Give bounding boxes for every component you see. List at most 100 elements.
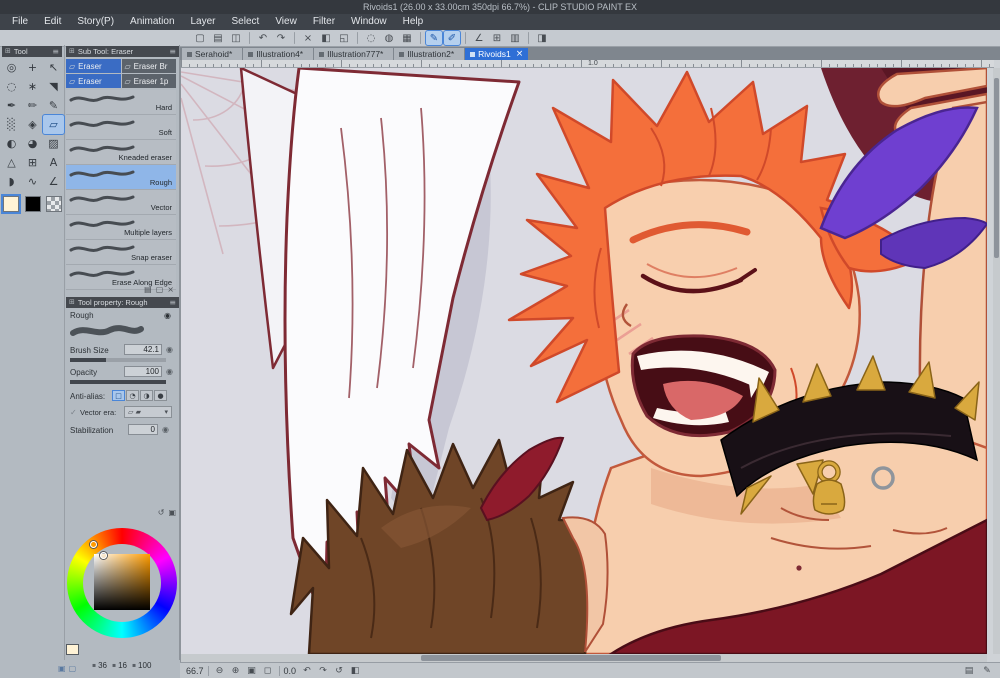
blend-tool-icon[interactable]: ◐ (1, 134, 22, 153)
ruler-tool-icon[interactable]: ∠ (43, 172, 64, 191)
rotation-value[interactable]: 0.0 (284, 666, 297, 676)
menu-item[interactable]: Animation (122, 14, 182, 30)
balloon-tool-icon[interactable]: ◗ (1, 172, 22, 191)
open-file-icon[interactable]: ▤ (210, 31, 226, 45)
toolbar-separator[interactable] (357, 32, 358, 44)
brush-tool-icon[interactable]: ✎ (43, 96, 64, 115)
subtool-preset-row[interactable]: Rough (66, 165, 176, 190)
opacity-spinner-icon[interactable]: ◉ (166, 367, 173, 376)
saturation-value-square[interactable] (94, 554, 150, 610)
window-titlebar[interactable]: Rivoids1 (26.00 x 33.00cm 350dpi 66.7%) … (0, 0, 1000, 14)
stabilization-spinner-icon[interactable]: ◉ (162, 425, 169, 434)
deselect-icon[interactable]: ◌ (363, 31, 379, 45)
stabilization-value[interactable]: 0 (128, 424, 158, 435)
frame-border-tool-icon[interactable]: ⊞ (22, 153, 43, 172)
vector-eraser-dropdown[interactable]: ▱ ▰ ▾ (124, 406, 172, 418)
scale-rotate-icon[interactable]: ◱ (336, 31, 352, 45)
aa-weak-icon[interactable]: ◔ (126, 390, 139, 401)
delete-icon[interactable]: × (300, 31, 316, 45)
panel-menu-icon[interactable]: ≡ (52, 46, 59, 57)
text-tool-icon[interactable]: A (43, 153, 64, 172)
menu-item[interactable]: Select (224, 14, 268, 30)
zoom-percentage[interactable]: 66.7 (186, 666, 204, 676)
subtool-group-button[interactable]: ▱ Eraser (66, 74, 121, 88)
horizontal-scrollbar-thumb[interactable] (421, 655, 721, 661)
edit-mode-icon[interactable]: ✎ (980, 665, 994, 677)
line-correction-tool-icon[interactable]: ∿ (22, 172, 43, 191)
workspace-icon[interactable]: ◨ (534, 31, 550, 45)
menu-item[interactable]: Window (343, 14, 395, 30)
horizontal-scrollbar[interactable] (181, 654, 987, 662)
window-thumbnail-icon-2[interactable]: ▢ (69, 664, 77, 673)
actual-size-icon[interactable]: ◻ (261, 665, 275, 677)
subtool-preset-row[interactable]: Vector (66, 190, 176, 215)
auto-select-tool-icon[interactable]: ∗ (22, 77, 43, 96)
eraser-tool-icon[interactable]: ▱ (42, 114, 65, 135)
register-settings-icon[interactable]: ▣ (168, 508, 176, 517)
selection-border-icon[interactable]: ▦ (399, 31, 415, 45)
lock-icon[interactable]: ◉ (164, 311, 171, 320)
subtool-preset-row[interactable]: Kneaded eraser (66, 140, 176, 165)
menu-item[interactable]: Story(P) (69, 14, 122, 30)
subtool-group-button[interactable]: ▱ Eraser Br (121, 59, 176, 73)
eyedropper-tool-icon[interactable]: ◥ (43, 77, 64, 96)
opacity-slider[interactable] (70, 380, 166, 384)
redo-icon[interactable]: ↷ (273, 31, 289, 45)
fill-icon[interactable]: ◧ (318, 31, 334, 45)
menu-item[interactable]: Filter (305, 14, 343, 30)
aa-middle-icon[interactable]: ◑ (140, 390, 153, 401)
window-thumbnail-icon-1[interactable]: ▣ (58, 664, 66, 673)
invert-selection-icon[interactable]: ◍ (381, 31, 397, 45)
hue-cursor[interactable] (90, 541, 97, 548)
canvas-artwork[interactable] (181, 68, 987, 654)
toolbar-separator[interactable] (420, 32, 421, 44)
transparent-color-swatch[interactable] (46, 196, 62, 212)
subtool-group-button[interactable]: ▱ Eraser 1p (121, 74, 176, 88)
pencil-tool-icon[interactable]: ✏ (22, 96, 43, 115)
vertical-scrollbar[interactable] (993, 68, 1000, 654)
toolbar-separator[interactable] (528, 32, 529, 44)
rotate-cw-icon[interactable]: ↷ (316, 665, 330, 677)
main-color-swatch[interactable] (1, 194, 21, 214)
new-subtool-group-icon[interactable]: ▤ (144, 285, 152, 294)
sv-cursor[interactable] (100, 552, 107, 559)
fill-tool-icon[interactable]: ◕ (22, 134, 43, 153)
document-tab[interactable]: Rivoids1 × (465, 48, 529, 60)
fit-screen-icon[interactable]: ▣ (245, 665, 259, 677)
subtool-group-button[interactable]: ▱ Eraser (66, 59, 121, 73)
current-color-chip[interactable] (66, 644, 79, 655)
gradient-tool-icon[interactable]: ▨ (43, 134, 64, 153)
toolbar-separator[interactable] (465, 32, 466, 44)
subtool-preset-row[interactable]: Multiple layers (66, 215, 176, 240)
delete-subtool-icon[interactable]: × (167, 285, 174, 294)
decoration-tool-icon[interactable]: ◈ (22, 115, 43, 134)
brush-size-slider[interactable] (70, 358, 166, 362)
vector-eraser-checkbox[interactable]: ✓ (70, 408, 77, 417)
panel-menu-icon[interactable]: ≡ (169, 46, 176, 57)
document-tab[interactable]: Illustration4* (243, 48, 314, 60)
aa-none-icon[interactable]: □ (112, 390, 125, 401)
snap-to-special-ruler-icon[interactable]: ✐ (443, 30, 461, 46)
save-icon[interactable]: ◫ (228, 31, 244, 45)
figure-tool-icon[interactable]: △ (1, 153, 22, 172)
subtool-preset-row[interactable]: Hard (66, 90, 176, 115)
document-tab[interactable]: Serahoid* (182, 48, 243, 60)
reset-rotation-icon[interactable]: ↺ (332, 665, 346, 677)
vertical-scrollbar-thumb[interactable] (994, 78, 999, 258)
menu-item[interactable]: Layer (183, 14, 224, 30)
selection-tool-icon[interactable]: ◌ (1, 77, 22, 96)
menu-item[interactable]: Help (395, 14, 432, 30)
tool-property-header[interactable]: ⊞ Tool property: Rough ≡ (66, 297, 179, 308)
material-icon[interactable]: ▥ (507, 31, 523, 45)
menu-item[interactable]: Edit (36, 14, 69, 30)
subtool-preset-row[interactable]: Snap eraser (66, 240, 176, 265)
tab-close-icon[interactable]: × (516, 48, 524, 60)
pen-tool-icon[interactable]: ✒ (1, 96, 22, 115)
grid-icon[interactable]: ⊞ (489, 31, 505, 45)
reset-settings-icon[interactable]: ↺ (158, 508, 165, 517)
document-tab[interactable]: Illustration2* (394, 48, 465, 60)
new-subtool-icon[interactable]: ▢ (156, 285, 164, 294)
toolbar-separator[interactable] (249, 32, 250, 44)
airbrush-tool-icon[interactable]: ░ (1, 115, 22, 134)
flip-horizontal-icon[interactable]: ◧ (348, 665, 362, 677)
